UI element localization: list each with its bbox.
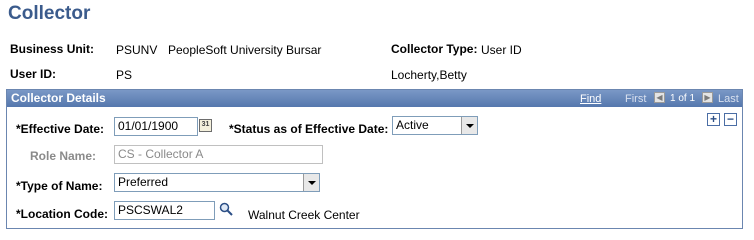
page-title: Collector	[8, 3, 91, 24]
section-title: Collector Details	[11, 91, 106, 105]
collector-details-section: Collector Details Find First ◀ 1 of 1 ▶ …	[6, 89, 743, 229]
location-code-input[interactable]: PSCSWAL2	[114, 201, 215, 220]
location-description: Walnut Creek Center	[248, 208, 360, 222]
minus-icon[interactable]: −	[724, 113, 737, 126]
right-arrow-icon[interactable]: ▶	[702, 92, 713, 103]
status-select[interactable]: Active	[392, 116, 478, 135]
role-name-field: CS - Collector A	[114, 145, 323, 164]
effective-date-label: *Effective Date:	[16, 122, 105, 136]
status-selected-value: Active	[396, 118, 429, 132]
type-of-name-selected-value: Preferred	[118, 175, 169, 189]
user-id-label: User ID:	[10, 67, 57, 81]
user-name: Locherty,Betty	[391, 68, 467, 82]
effective-date-input[interactable]: 01/01/1900	[114, 117, 198, 136]
status-label: *Status as of Effective Date:	[229, 122, 389, 136]
last-link[interactable]: Last	[718, 93, 739, 105]
type-of-name-label: *Type of Name:	[16, 179, 103, 193]
calendar-icon[interactable]: 31	[199, 119, 212, 132]
left-arrow-icon[interactable]: ◀	[654, 92, 665, 103]
first-link[interactable]: First	[625, 93, 646, 105]
collector-type-value: User ID	[481, 43, 522, 57]
business-unit-label: Business Unit:	[10, 42, 95, 56]
plus-icon[interactable]: +	[707, 113, 720, 126]
role-name-label: Role Name:	[30, 149, 97, 163]
user-id-value: PS	[116, 68, 133, 82]
type-of-name-select[interactable]: Preferred	[114, 173, 320, 192]
find-link[interactable]: Find	[580, 93, 601, 105]
chevron-down-icon[interactable]	[303, 174, 319, 191]
business-unit-description: PeopleSoft University Bursar	[168, 43, 322, 57]
row-count: 1 of 1	[670, 93, 696, 104]
collector-type-label: Collector Type:	[391, 42, 478, 56]
business-unit-code: PSUNV	[116, 43, 158, 57]
section-header: Collector Details Find First ◀ 1 of 1 ▶ …	[7, 90, 742, 107]
magnifier-icon[interactable]	[219, 202, 233, 216]
chevron-down-icon[interactable]	[461, 117, 477, 134]
location-code-label: *Location Code:	[16, 207, 108, 221]
